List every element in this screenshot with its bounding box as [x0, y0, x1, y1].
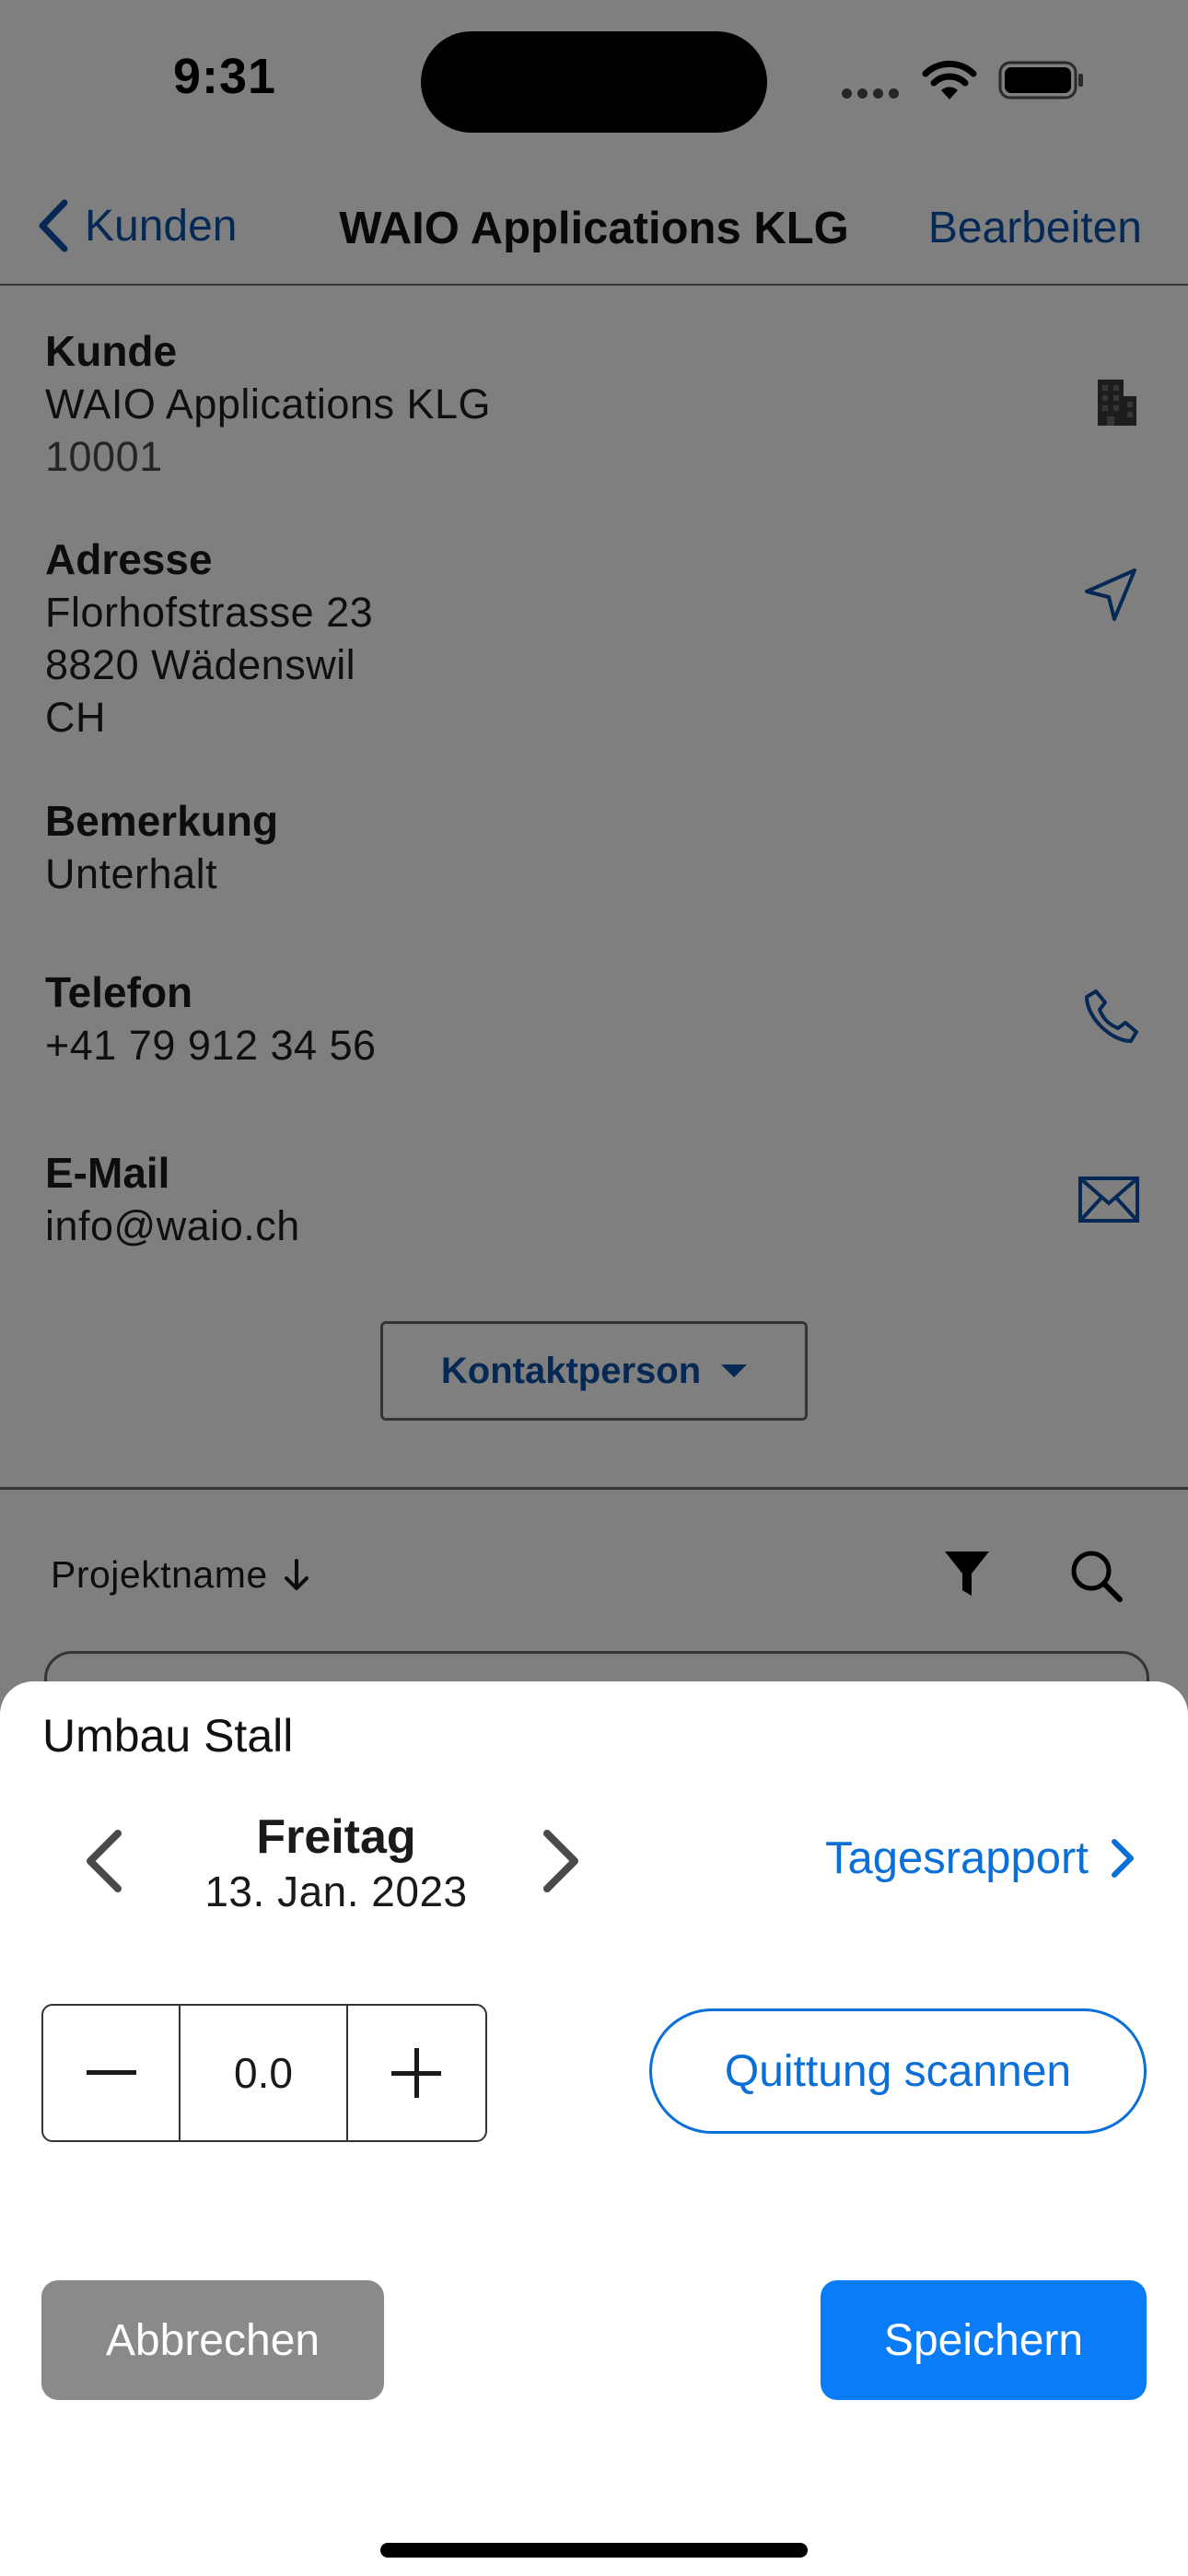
cancel-button[interactable]: Abbrechen: [41, 2280, 384, 2400]
stepper-value[interactable]: 0.0: [181, 2006, 348, 2140]
next-day-button[interactable]: [542, 1829, 582, 1893]
save-button[interactable]: Speichern: [821, 2280, 1147, 2400]
screen: 9:31 Kunden WAIO Applications KLG Bearbe…: [0, 0, 1188, 2576]
minus-icon: [86, 2070, 136, 2075]
scan-receipt-button[interactable]: Quittung scannen: [649, 2008, 1147, 2134]
day-date: 13. Jan. 2023: [204, 1868, 468, 1915]
daily-report-label: Tagesrapport: [824, 1833, 1089, 1883]
bottom-sheet: Umbau Stall Freitag 13. Jan. 2023 Tagesr…: [0, 1681, 1188, 2576]
quantity-stepper: 0.0: [41, 2004, 487, 2142]
chevron-right-icon: [1112, 1839, 1134, 1878]
day-display: Freitag 13. Jan. 2023: [147, 1809, 525, 1917]
daily-report-link[interactable]: Tagesrapport: [825, 1832, 1135, 1884]
increment-button[interactable]: [348, 2006, 485, 2140]
sheet-title: Umbau Stall: [42, 1710, 294, 1762]
home-indicator[interactable]: [380, 2543, 808, 2558]
decrement-button[interactable]: [43, 2006, 181, 2140]
day-name: Freitag: [256, 1810, 416, 1864]
previous-day-button[interactable]: [83, 1829, 123, 1893]
plus-icon: [391, 2048, 442, 2098]
